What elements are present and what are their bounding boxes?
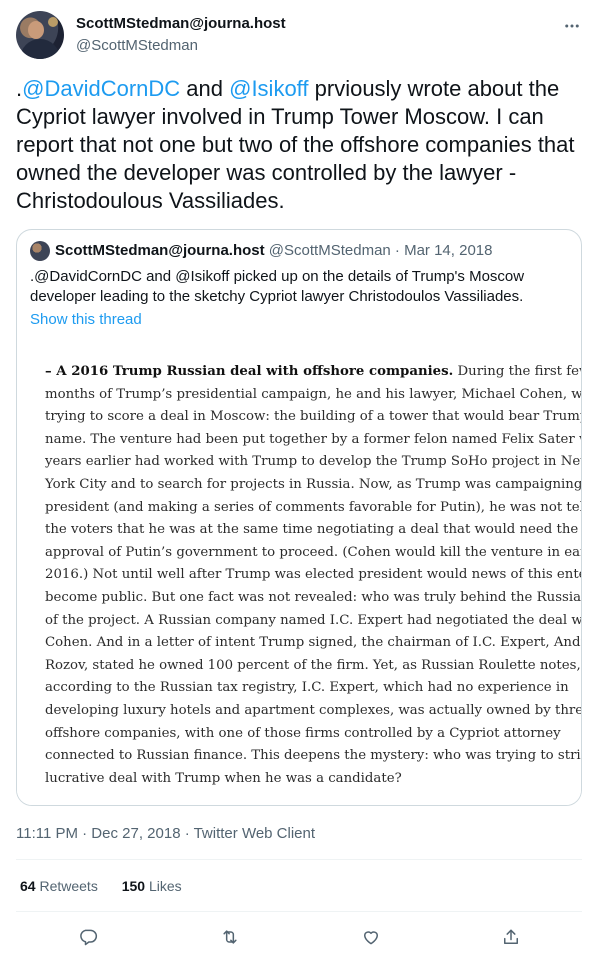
tweet-text: .@DavidCornDC and @Isikoff prviously wro… [16,75,584,215]
excerpt-line: months of Trump’s presidential campaign,… [45,386,582,402]
quoted-author-avatar [30,241,50,261]
avatar-lamp [48,17,58,27]
show-thread-link[interactable]: Show this thread [30,311,142,328]
quoted-tweet-card[interactable]: ScottMStedman@journa.host @ScottMStedman… [16,229,582,806]
retweets-label: Retweets [35,878,98,894]
quoted-tweet-header: ScottMStedman@journa.host @ScottMStedman… [55,242,492,259]
divider [16,911,582,912]
tweet: ScottMStedman@journa.host @ScottMStedman… [0,0,598,962]
mention-isikoff[interactable]: @Isikoff [229,76,308,101]
excerpt-bold-lead: – A 2016 Trump Russian deal with offshor… [45,364,454,379]
excerpt-line: Rozov, stated he owned 100 percent of th… [45,657,581,673]
author-handle[interactable]: @ScottMStedman [76,37,198,54]
reply-button[interactable] [75,924,101,950]
excerpt-line: – A 2016 Trump Russian deal with offshor… [45,361,581,384]
excerpt-line: 2016.) Not until well after Trump was el… [45,567,582,583]
tweet-text-and: and [180,76,230,101]
excerpt-line: according to the Russian tax registry, I… [45,680,569,696]
likes-label: Likes [145,878,182,894]
avatar-suit [20,39,60,59]
excerpt-line: approval of Putin’s government to procee… [45,544,582,560]
share-icon [504,929,518,944]
reply-icon [80,929,98,946]
quoted-tweet-image[interactable]: – A 2016 Trump Russian deal with offshor… [17,344,582,805]
quoted-tweet-text: .@DavidCornDC and @Isikoff picked up on … [30,268,525,305]
excerpt-line: become public. But one fact was not reve… [45,589,582,605]
book-excerpt: – A 2016 Trump Russian deal with offshor… [45,361,582,790]
tweet-stats: 64 Retweets 150 Likes [20,878,202,894]
retweets-stat[interactable]: 64 Retweets [20,878,98,894]
likes-stat[interactable]: 150 Likes [122,878,182,894]
excerpt-line: trying to score a deal in Moscow: the bu… [45,409,582,425]
action-bar [0,924,598,950]
like-button[interactable] [358,924,384,950]
excerpt-line: years earlier had worked with Trump to d… [45,454,582,470]
excerpt-line: connected to Russian finance. This deepe… [45,748,582,764]
excerpt-line: president (and making a series of commen… [45,499,582,515]
retweets-count: 64 [20,878,36,894]
excerpt-line-0-rest: During the first few [453,364,582,379]
divider [16,859,582,860]
mention-davidcorndc[interactable]: @DavidCornDC [22,76,180,101]
retweet-icon [223,930,237,944]
author-avatar[interactable] [16,11,64,59]
share-button[interactable] [498,924,524,950]
excerpt-line: York City and to search for projects in … [45,476,582,492]
excerpt-line: name. The venture had been put together … [45,431,582,447]
excerpt-line: the voters that he was at the same time … [45,522,579,538]
quoted-author-name: ScottMStedman@journa.host [55,242,265,259]
avatar-face [28,21,44,39]
more-dots-icon [565,24,579,28]
excerpt-line: Cohen. And in a letter of intent Trump s… [45,635,582,651]
likes-count: 150 [121,878,146,894]
quoted-author-meta: @ScottMStedman · Mar 14, 2018 [264,242,493,259]
retweet-button[interactable] [217,924,243,950]
excerpt-line: offshore companies, with one of those fi… [45,725,561,741]
author-display-name[interactable]: ScottMStedman@journa.host [76,15,286,32]
excerpt-line: lucrative deal with Trump when he was a … [45,770,402,786]
tweet-timestamp[interactable]: 11:11 PM · Dec 27, 2018 · Twitter Web Cl… [16,825,315,842]
excerpt-line: developing luxury hotels and apartment c… [45,702,582,718]
excerpt-line: of the project. A Russian company named … [45,612,582,628]
heart-icon [364,931,378,945]
more-options-button[interactable] [560,14,584,38]
